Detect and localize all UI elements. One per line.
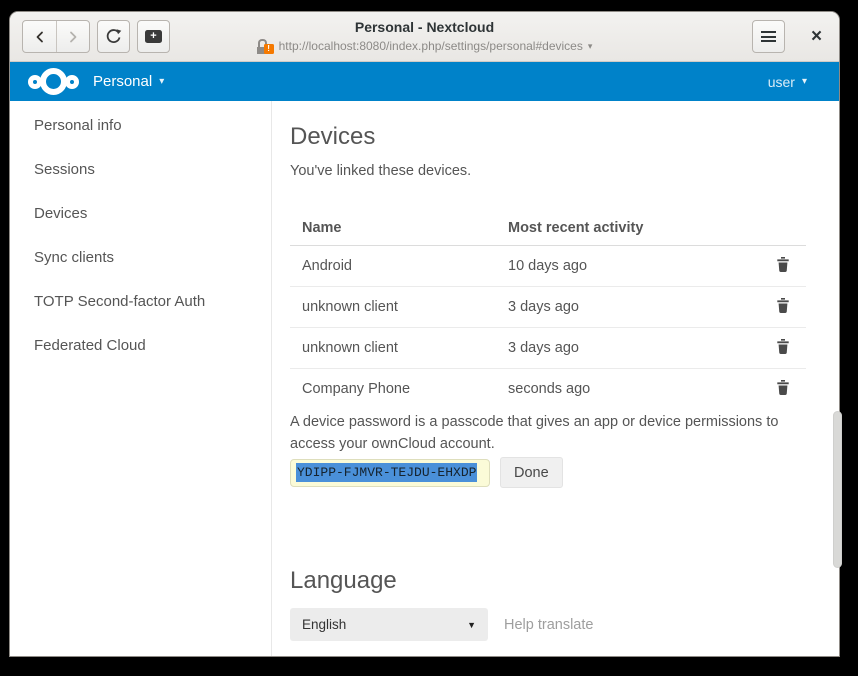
nextcloud-header: Personal ▾ user ▾: [10, 62, 839, 101]
device-name: Android: [290, 245, 508, 286]
device-name: unknown client: [290, 286, 508, 327]
address-bar[interactable]: ! http://localhost:8080/index.php/settin…: [190, 37, 659, 55]
table-row: unknown client 3 days ago: [290, 286, 806, 327]
title-block: Personal - Nextcloud ! http://localhost:…: [190, 17, 659, 55]
window-title: Personal - Nextcloud: [190, 17, 659, 37]
trash-icon: [775, 256, 791, 273]
delete-device-button[interactable]: [773, 377, 793, 401]
column-header-name: Name: [290, 211, 508, 245]
app-menu-label: Personal: [93, 73, 152, 90]
close-icon: ×: [811, 27, 822, 46]
reload-icon: [105, 28, 122, 45]
close-button[interactable]: ×: [800, 20, 833, 53]
user-menu-caret-icon: ▾: [802, 76, 807, 87]
trash-icon: [775, 379, 791, 396]
help-translate-link[interactable]: Help translate: [504, 617, 593, 633]
device-name: Company Phone: [290, 368, 508, 409]
settings-sidebar: Personal info Sessions Devices Sync clie…: [10, 101, 272, 656]
language-select[interactable]: English ▼: [290, 608, 488, 641]
desktop: { "window": { "title": "Personal - Nextc…: [0, 0, 858, 676]
device-activity: 10 days ago: [508, 245, 748, 286]
sidebar-item-totp[interactable]: TOTP Second-factor Auth: [10, 279, 271, 323]
sidebar-item-sync-clients[interactable]: Sync clients: [10, 235, 271, 279]
forward-icon: [65, 29, 81, 45]
reload-button[interactable]: [97, 20, 130, 53]
user-menu-dropdown[interactable]: user ▾: [768, 74, 807, 90]
devices-subtitle: You've linked these devices.: [290, 163, 471, 179]
device-activity: 3 days ago: [508, 327, 748, 368]
table-header-row: Name Most recent activity: [290, 211, 806, 245]
device-activity: 3 days ago: [508, 286, 748, 327]
select-caret-icon: ▼: [467, 620, 476, 630]
sidebar-item-devices[interactable]: Devices: [10, 191, 271, 235]
url-text: http://localhost:8080/index.php/settings…: [279, 37, 583, 55]
device-name: unknown client: [290, 327, 508, 368]
device-password-value: YDIPP-FJMVR-TEJDU-EHXDP: [296, 463, 477, 482]
url-caret-icon: ▾: [588, 37, 593, 55]
user-menu-label: user: [768, 74, 795, 90]
back-button[interactable]: [23, 21, 56, 52]
app-menu-caret-icon: ▾: [159, 76, 164, 87]
device-password-row: YDIPP-FJMVR-TEJDU-EHXDP Done: [290, 457, 563, 488]
settings-page: Personal info Sessions Devices Sync clie…: [10, 101, 839, 656]
menu-button[interactable]: [752, 20, 785, 53]
table-row: unknown client 3 days ago: [290, 327, 806, 368]
device-activity: seconds ago: [508, 368, 748, 409]
column-header-activity: Most recent activity: [508, 211, 748, 245]
devices-section-title: Devices: [290, 123, 375, 151]
browser-window: + Personal - Nextcloud ! http://localhos…: [10, 12, 839, 656]
new-tab-icon: +: [145, 30, 162, 43]
sidebar-item-sessions[interactable]: Sessions: [10, 147, 271, 191]
app-menu-dropdown[interactable]: Personal ▾: [93, 73, 164, 90]
nav-button-group: [22, 20, 90, 53]
delete-device-button[interactable]: [773, 336, 793, 360]
browser-titlebar: + Personal - Nextcloud ! http://localhos…: [10, 12, 839, 62]
table-row: Android 10 days ago: [290, 245, 806, 286]
device-password-input[interactable]: YDIPP-FJMVR-TEJDU-EHXDP: [290, 459, 490, 487]
back-icon: [32, 29, 48, 45]
table-row: Company Phone seconds ago: [290, 368, 806, 409]
delete-device-button[interactable]: [773, 254, 793, 278]
sidebar-item-personal-info[interactable]: Personal info: [10, 103, 271, 147]
language-section-title: Language: [290, 567, 397, 595]
settings-content: Devices You've linked these devices. Nam…: [290, 101, 806, 656]
new-tab-button[interactable]: +: [137, 20, 170, 53]
trash-icon: [775, 297, 791, 314]
insecure-lock-icon: !: [257, 39, 274, 54]
delete-device-button[interactable]: [773, 295, 793, 319]
nextcloud-logo[interactable]: [28, 68, 79, 95]
sidebar-item-federated-cloud[interactable]: Federated Cloud: [10, 323, 271, 367]
forward-button[interactable]: [56, 21, 89, 52]
language-selected-value: English: [302, 617, 346, 632]
trash-icon: [775, 338, 791, 355]
device-password-hint: A device password is a passcode that giv…: [290, 411, 790, 455]
devices-table: Name Most recent activity Android 10 day…: [290, 211, 806, 409]
language-row: English ▼ Help translate: [290, 608, 593, 641]
hamburger-icon: [761, 29, 776, 45]
scrollbar-thumb[interactable]: [833, 411, 842, 568]
done-button[interactable]: Done: [500, 457, 563, 488]
